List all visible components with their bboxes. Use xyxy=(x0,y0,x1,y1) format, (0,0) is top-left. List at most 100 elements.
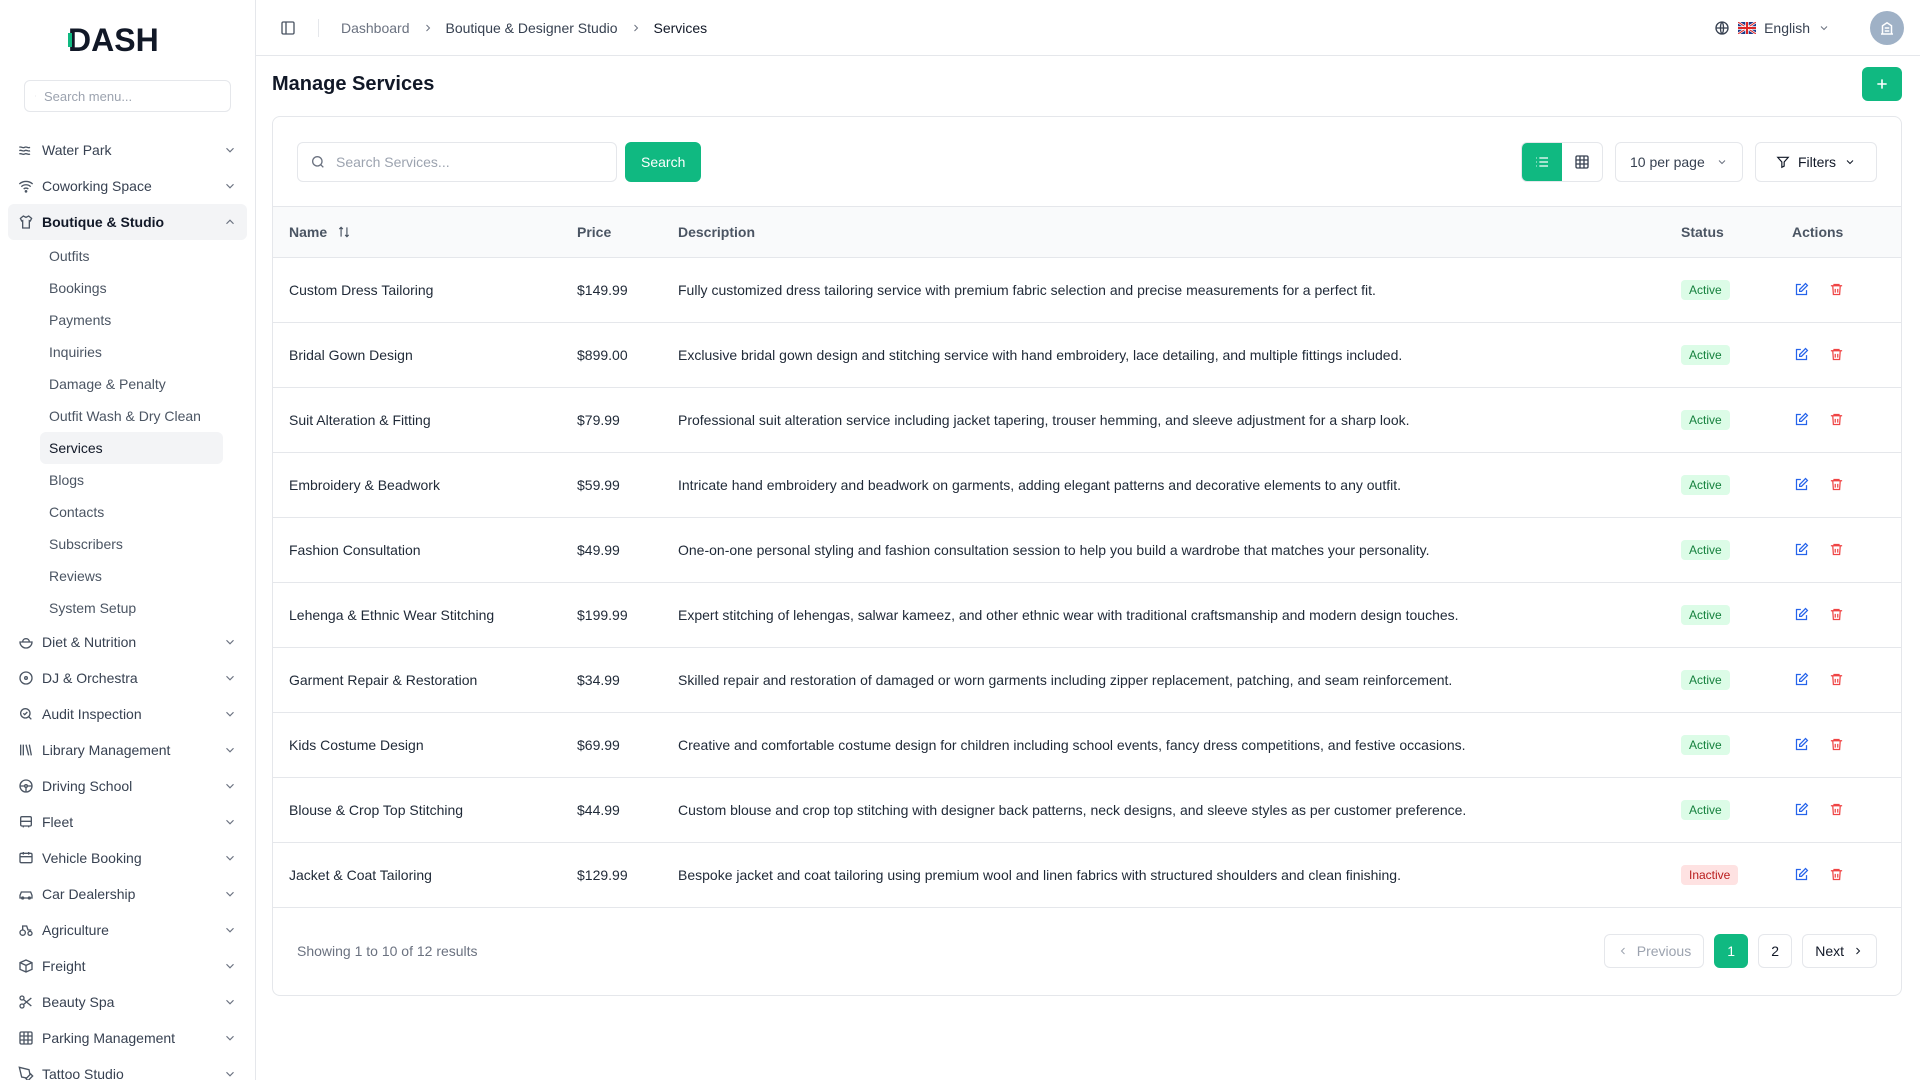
sidebar-item-boutique-studio[interactable]: Boutique & Studio xyxy=(8,204,247,240)
submenu-item-reviews[interactable]: Reviews xyxy=(40,560,223,592)
breadcrumb-dashboard[interactable]: Dashboard xyxy=(341,20,410,36)
chevron-down-icon xyxy=(226,891,234,897)
edit-icon[interactable] xyxy=(1794,867,1809,882)
edit-icon[interactable] xyxy=(1794,737,1809,752)
submenu-item-blogs[interactable]: Blogs xyxy=(40,464,223,496)
edit-icon[interactable] xyxy=(1794,607,1809,622)
trash-icon[interactable] xyxy=(1829,477,1844,492)
service-description: Intricate hand embroidery and beadwork o… xyxy=(678,476,1402,493)
sidebar-item-tattoo-studio[interactable]: Tattoo Studio xyxy=(8,1056,247,1080)
sidebar-toggle-button[interactable] xyxy=(276,16,300,40)
trash-icon[interactable] xyxy=(1829,802,1844,817)
trash-icon[interactable] xyxy=(1829,347,1844,362)
service-name: Fashion Consultation xyxy=(289,541,421,558)
table-row: Jacket & Coat Tailoring $129.99 Bespoke ja… xyxy=(273,842,1901,907)
results-summary: Showing 1 to 10 of 12 results xyxy=(297,942,478,959)
page-2-button[interactable]: 2 xyxy=(1758,933,1793,968)
sidebar-item-freight[interactable]: Freight xyxy=(8,948,247,984)
sort-icon[interactable] xyxy=(337,225,351,239)
sidebar-item-label: Beauty Spa xyxy=(42,994,115,1010)
sidebar-item-fleet[interactable]: Fleet xyxy=(8,804,247,840)
column-name[interactable]: Name xyxy=(273,207,561,257)
scissors-icon xyxy=(18,994,34,1010)
add-service-button[interactable] xyxy=(1862,67,1902,101)
user-avatar[interactable] xyxy=(1870,10,1904,45)
submenu-item-outfits[interactable]: Outfits xyxy=(40,240,223,272)
previous-page-button[interactable]: Previous xyxy=(1603,933,1705,968)
submenu-item-inquiries[interactable]: Inquiries xyxy=(40,336,223,368)
table-footer: Showing 1 to 10 of 12 results Previous 1… xyxy=(273,908,1901,994)
sidebar-item-beauty-spa[interactable]: Beauty Spa xyxy=(8,984,247,1020)
sidebar-item-driving-school[interactable]: Driving School xyxy=(8,768,247,804)
trash-icon[interactable] xyxy=(1829,737,1844,752)
pen-tool-icon xyxy=(18,1066,34,1080)
sidebar-item-car-dealership[interactable]: Car Dealership xyxy=(8,876,247,912)
submenu-item-contacts[interactable]: Contacts xyxy=(40,496,223,528)
trash-icon[interactable] xyxy=(1829,412,1844,427)
breadcrumb-boutique[interactable]: Boutique & Designer Studio xyxy=(446,20,618,36)
filters-button[interactable]: Filters xyxy=(1755,141,1877,182)
submenu-item-outfit-wash-dry-clean[interactable]: Outfit Wash & Dry Clean xyxy=(40,400,223,432)
edit-icon[interactable] xyxy=(1794,477,1809,492)
sidebar-item-parking-management[interactable]: Parking Management xyxy=(8,1020,247,1056)
sidebar-item-library-management[interactable]: Library Management xyxy=(8,732,247,768)
sidebar-item-diet-nutrition[interactable]: Diet & Nutrition xyxy=(8,624,247,660)
edit-icon[interactable] xyxy=(1794,542,1809,557)
boutique-submenu: Outfits Bookings Payments Inquiries Damage &… xyxy=(8,240,247,624)
services-search-input[interactable] xyxy=(336,153,604,170)
trash-icon[interactable] xyxy=(1829,282,1844,297)
submenu-item-services[interactable]: Services xyxy=(40,432,223,464)
disc-icon xyxy=(18,670,34,686)
services-search[interactable] xyxy=(297,141,617,182)
page-1-button[interactable]: 1 xyxy=(1714,933,1749,968)
submenu-item-damage-penalty[interactable]: Damage & Penalty xyxy=(40,368,223,400)
next-page-button[interactable]: Next xyxy=(1802,933,1877,968)
chevron-down-icon xyxy=(226,711,234,717)
trash-icon[interactable] xyxy=(1829,672,1844,687)
sidebar-search[interactable] xyxy=(24,80,231,112)
edit-icon[interactable] xyxy=(1794,347,1809,362)
sidebar-item-water-park[interactable]: Water Park xyxy=(8,132,247,168)
sidebar-item-dj-orchestra[interactable]: DJ & Orchestra xyxy=(8,660,247,696)
service-price: $899.00 xyxy=(577,346,628,363)
chevron-down-icon xyxy=(226,999,234,1005)
trash-icon[interactable] xyxy=(1829,607,1844,622)
edit-icon[interactable] xyxy=(1794,282,1809,297)
service-name: Kids Costume Design xyxy=(289,736,424,753)
sidebar-item-agriculture[interactable]: Agriculture xyxy=(8,912,247,948)
actions-cell xyxy=(1776,517,1901,582)
status-cell: Inactive xyxy=(1665,842,1776,907)
table-row: Kids Costume Design $69.99 Creative and co… xyxy=(273,712,1901,777)
table-row: Custom Dress Tailoring $149.99 Fully custo… xyxy=(273,257,1901,322)
sidebar-item-audit-inspection[interactable]: Audit Inspection xyxy=(8,696,247,732)
submenu-item-subscribers[interactable]: Subscribers xyxy=(40,528,223,560)
language-selector[interactable]: English xyxy=(1714,20,1830,36)
actions-cell xyxy=(1776,647,1901,712)
grid-view-button[interactable] xyxy=(1562,143,1602,181)
sidebar-item-coworking-space[interactable]: Coworking Space xyxy=(8,168,247,204)
list-view-button[interactable] xyxy=(1522,142,1562,181)
search-button[interactable]: Search xyxy=(625,141,702,182)
service-name: Bridal Gown Design xyxy=(289,346,413,363)
logo[interactable]: DASH xyxy=(0,0,255,80)
submenu-item-payments[interactable]: Payments xyxy=(40,304,223,336)
table-row: Garment Repair & Restoration $34.99 Skille… xyxy=(273,647,1901,712)
bus-icon xyxy=(18,814,34,830)
status-cell: Active xyxy=(1665,712,1776,777)
previous-label: Previous xyxy=(1636,942,1692,959)
chevron-down-icon xyxy=(226,927,234,933)
sidebar-item-label: Freight xyxy=(42,958,86,974)
sidebar-search-input[interactable] xyxy=(44,88,220,104)
edit-icon[interactable] xyxy=(1794,412,1809,427)
edit-icon[interactable] xyxy=(1794,672,1809,687)
edit-icon[interactable] xyxy=(1794,802,1809,817)
table-row: Bridal Gown Design $899.00 Exclusive brida… xyxy=(273,322,1901,387)
trash-icon[interactable] xyxy=(1829,542,1844,557)
chevron-down-icon xyxy=(1820,25,1828,30)
table-row: Blouse & Crop Top Stitching $44.99 Custom … xyxy=(273,777,1901,842)
sidebar-item-vehicle-booking[interactable]: Vehicle Booking xyxy=(8,840,247,876)
per-page-select[interactable]: 10 per page xyxy=(1615,141,1743,182)
submenu-item-bookings[interactable]: Bookings xyxy=(40,272,223,304)
submenu-item-system-setup[interactable]: System Setup xyxy=(40,592,223,624)
trash-icon[interactable] xyxy=(1829,867,1844,882)
